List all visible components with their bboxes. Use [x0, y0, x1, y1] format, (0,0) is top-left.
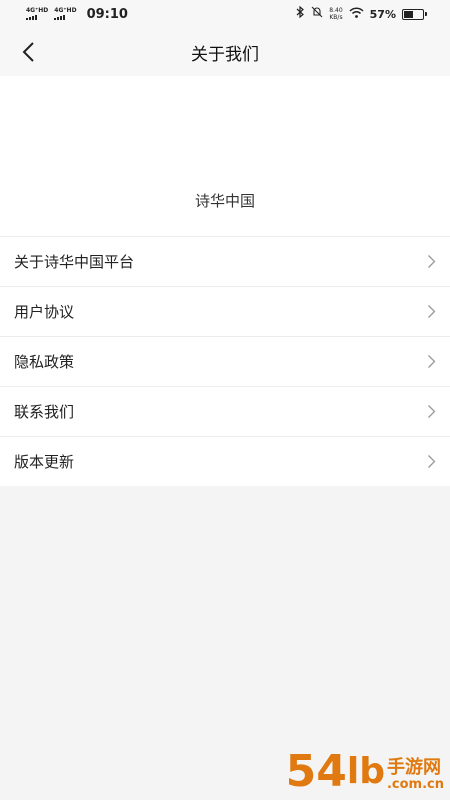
bluetooth-icon: [296, 5, 305, 22]
app-name: 诗华中国: [194, 192, 255, 210]
battery-icon: [402, 8, 427, 20]
menu-item-label: 隐私政策: [14, 353, 75, 371]
signal-bars-icon: [54, 15, 66, 20]
watermark-number: 54: [285, 746, 347, 797]
chevron-right-icon: [428, 355, 436, 368]
watermark-text: 手游网 .com.cn: [387, 758, 444, 792]
signal-bars-icon: [26, 15, 37, 20]
network-label-2: 4G⁺HD: [54, 7, 77, 14]
back-button[interactable]: [14, 38, 42, 66]
network-speed: 8.40 KB/s: [329, 7, 342, 21]
menu-item-about-platform[interactable]: 关于诗华中国平台: [0, 236, 450, 286]
watermark-url: .com.cn: [386, 777, 444, 792]
menu-item-label: 版本更新: [14, 453, 75, 471]
chevron-right-icon: [428, 255, 436, 268]
clock: 09:10: [86, 6, 128, 22]
chevron-right-icon: [428, 405, 436, 418]
menu-item-user-agreement[interactable]: 用户协议: [0, 286, 450, 336]
navigation-bar: 关于我们: [0, 28, 450, 76]
menu-item-privacy-policy[interactable]: 隐私政策: [0, 336, 450, 386]
menu-list: 关于诗华中国平台 用户协议 隐私政策 联系我们 版本更新: [0, 236, 450, 486]
status-bar: 4G⁺HD 4G⁺HD 09:10 8.40 KB/s 57%: [0, 0, 450, 28]
watermark-logo: 54 lb 手游网 .com.cn: [285, 746, 444, 797]
battery-fill: [404, 10, 414, 18]
app-header: 诗华中国: [0, 76, 450, 236]
battery-percent: 57%: [369, 7, 396, 21]
page-title: 关于我们: [191, 44, 259, 65]
status-right: 8.40 KB/s 57%: [296, 5, 427, 22]
mute-icon: [311, 6, 323, 22]
status-left: 4G⁺HD 4G⁺HD 09:10: [26, 7, 128, 22]
network-label-1: 4G⁺HD: [26, 7, 49, 14]
chevron-right-icon: [428, 455, 436, 468]
menu-item-contact-us[interactable]: 联系我们: [0, 386, 450, 436]
menu-item-label: 关于诗华中国平台: [14, 253, 135, 271]
chevron-left-icon: [22, 42, 34, 62]
menu-item-version-update[interactable]: 版本更新: [0, 436, 450, 486]
speed-value: 8.40: [329, 7, 343, 14]
wifi-icon: [349, 6, 364, 22]
menu-item-label: 用户协议: [14, 303, 75, 321]
network-indicator-1: 4G⁺HD: [26, 8, 48, 20]
watermark-chinese: 手游网: [386, 757, 441, 778]
chevron-right-icon: [428, 305, 436, 318]
menu-item-label: 联系我们: [14, 403, 75, 421]
speed-unit: KB/s: [329, 14, 343, 21]
network-indicator-2: 4G⁺HD: [54, 7, 77, 20]
watermark-mid: lb: [346, 751, 385, 792]
